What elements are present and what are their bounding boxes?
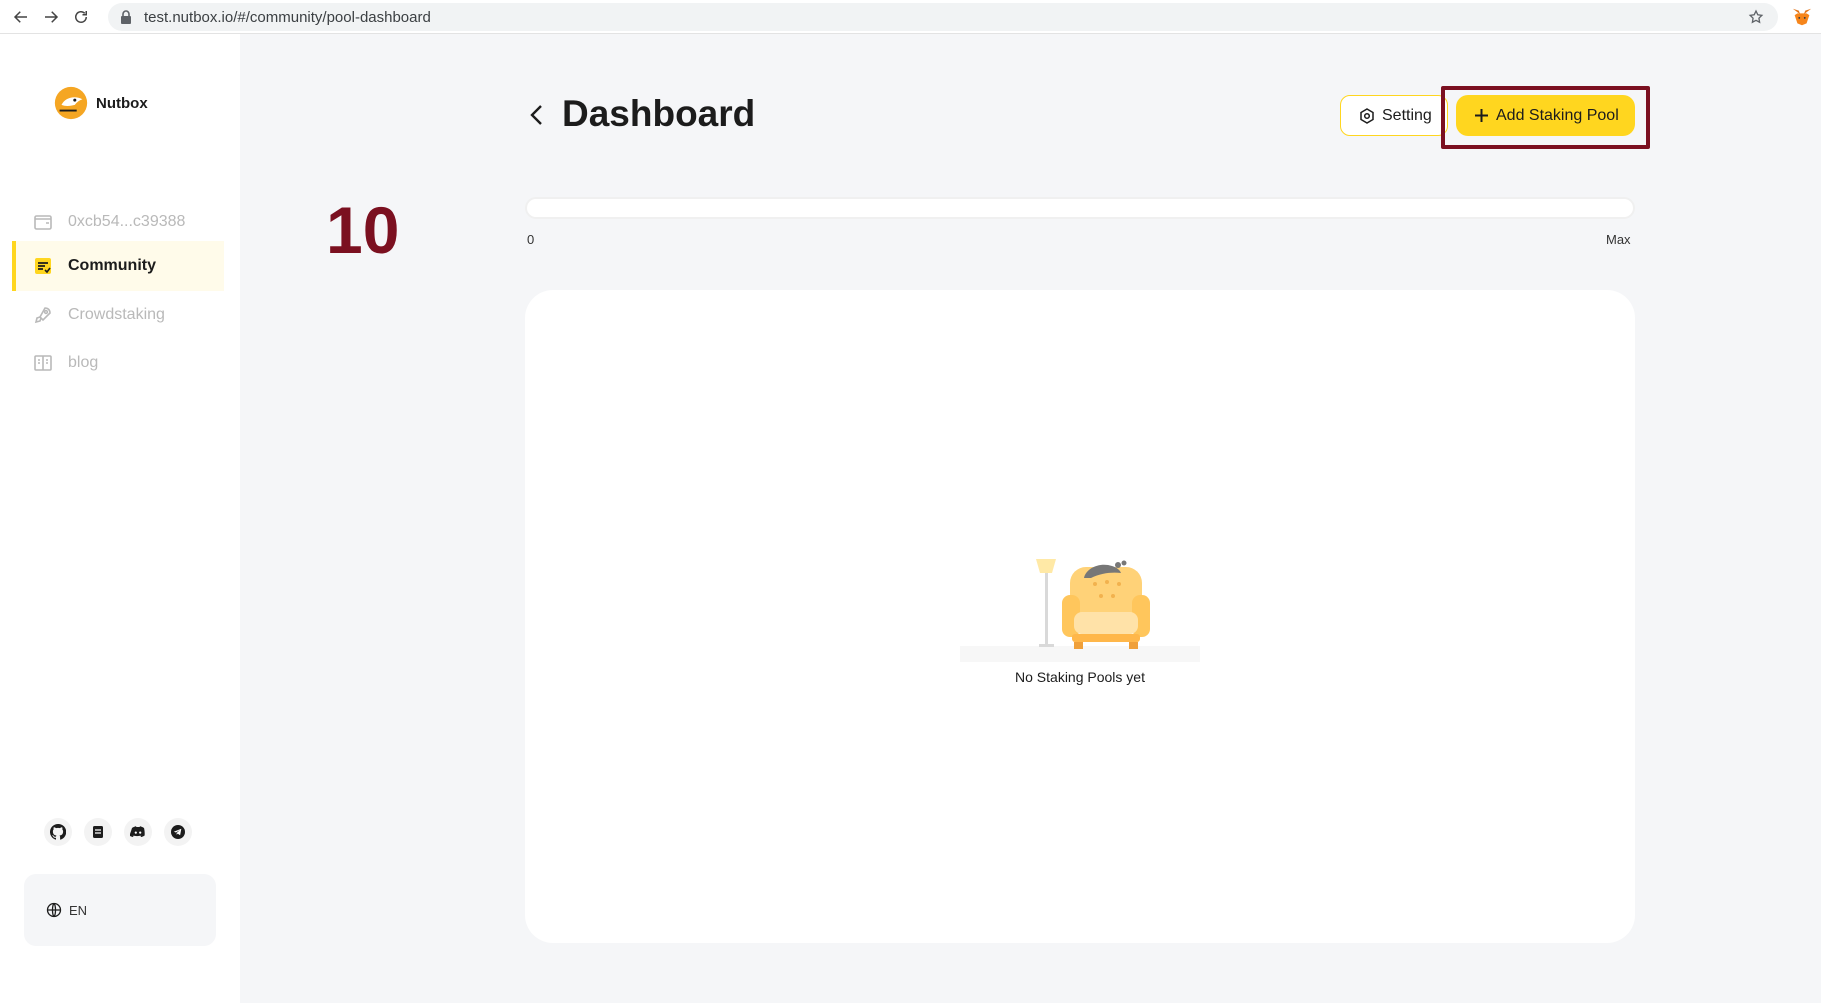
metamask-fox-icon[interactable] xyxy=(1791,6,1813,28)
staking-progress-bar xyxy=(525,197,1635,219)
sidebar-item-blog[interactable]: blog xyxy=(12,338,224,388)
progress-min-label: 0 xyxy=(527,232,535,247)
annotation-highlight-box xyxy=(1441,86,1650,149)
sidebar-item-wallet[interactable]: 0xcb54...c39388 xyxy=(12,197,224,247)
telegram-button[interactable] xyxy=(164,818,192,846)
docs-button[interactable] xyxy=(84,818,112,846)
sidebar-item-crowdstaking[interactable]: Crowdstaking xyxy=(12,290,224,340)
page-title: Dashboard xyxy=(562,93,756,134)
gear-icon xyxy=(1360,107,1374,124)
telegram-icon xyxy=(171,825,185,839)
logo-text: Nutbox xyxy=(96,94,148,112)
lock-icon xyxy=(121,10,131,24)
sidebar: Nutbox 0xcb54...c39388 Community Crowdst… xyxy=(0,34,240,1003)
discord-icon xyxy=(130,826,145,837)
forward-arrow-icon[interactable] xyxy=(42,8,60,26)
nutbox-logo[interactable]: Nutbox xyxy=(52,84,148,122)
globe-icon xyxy=(46,902,62,918)
sidebar-item-label: Crowdstaking xyxy=(68,306,165,323)
back-arrow-icon[interactable] xyxy=(12,8,30,26)
empty-armchair-illustration xyxy=(960,559,1200,662)
docs-icon xyxy=(93,826,103,838)
discord-button[interactable] xyxy=(124,818,152,846)
github-icon xyxy=(50,824,66,840)
social-links xyxy=(44,818,192,846)
community-icon xyxy=(35,258,51,274)
language-label: EN xyxy=(69,902,88,918)
url-text: test.nutbox.io/#/community/pool-dashboar… xyxy=(144,8,431,26)
setting-button-label: Setting xyxy=(1382,106,1432,124)
book-icon xyxy=(34,355,52,371)
github-button[interactable] xyxy=(44,818,72,846)
sidebar-item-label: Community xyxy=(68,257,156,274)
reload-icon[interactable] xyxy=(72,8,90,26)
address-bar[interactable]: test.nutbox.io/#/community/pool-dashboar… xyxy=(108,3,1778,31)
nutbox-logo-icon xyxy=(54,86,88,120)
wallet-icon xyxy=(34,215,52,230)
bookmark-star-icon[interactable] xyxy=(1748,9,1764,25)
sidebar-item-community[interactable]: Community xyxy=(12,241,224,291)
rocket-icon xyxy=(34,307,51,324)
sidebar-item-label: blog xyxy=(68,354,99,371)
empty-state-text: No Staking Pools yet xyxy=(1015,669,1145,685)
browser-toolbar: test.nutbox.io/#/community/pool-dashboar… xyxy=(0,0,1821,34)
back-chevron-icon[interactable] xyxy=(525,102,549,128)
annotation-step-number: 10 xyxy=(326,193,400,267)
setting-button[interactable]: Setting xyxy=(1340,95,1448,136)
sidebar-item-label: 0xcb54...c39388 xyxy=(68,213,186,230)
language-selector[interactable]: EN xyxy=(24,874,216,946)
progress-max-label: Max xyxy=(1606,232,1631,247)
